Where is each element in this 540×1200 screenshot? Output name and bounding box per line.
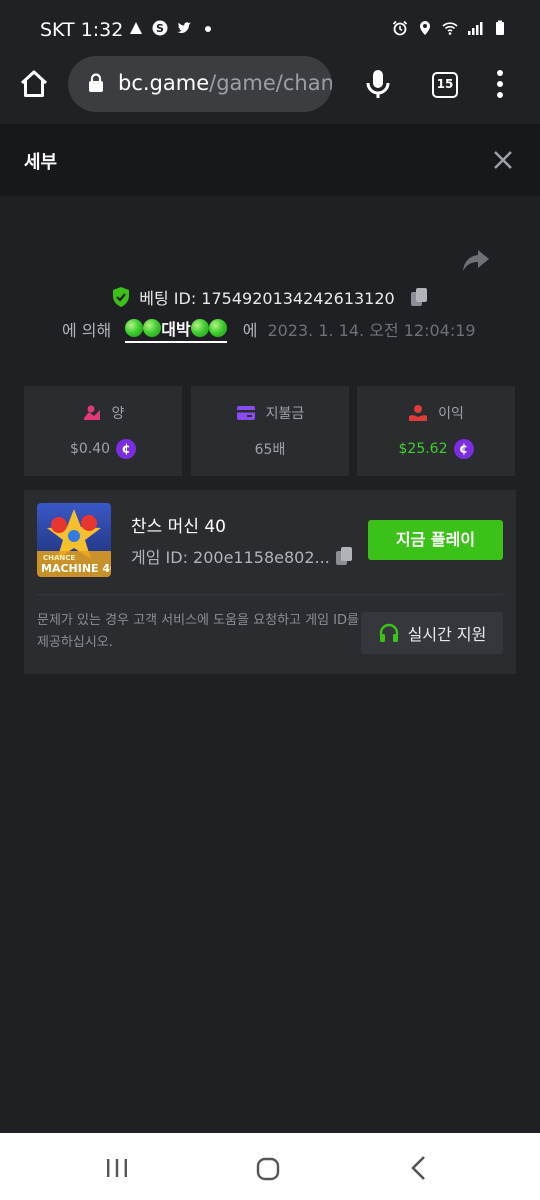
green-ball-icon xyxy=(190,318,209,337)
dot-icon xyxy=(205,26,211,32)
twitter-icon xyxy=(177,22,191,34)
payout-value: 65배 xyxy=(254,442,286,458)
notification-icons: S xyxy=(128,20,216,36)
address-bar[interactable]: bc.game/game/chan xyxy=(68,56,332,112)
recent-apps-icon[interactable] xyxy=(104,1157,130,1179)
mic-icon[interactable] xyxy=(364,68,392,100)
user-name-link[interactable]: 대박 xyxy=(125,316,227,343)
game-id: 게임 ID: 200e1158e802... xyxy=(131,548,330,567)
copy-icon[interactable] xyxy=(409,287,429,307)
stat-profit: 이익 $25.62 ¢ xyxy=(357,386,515,476)
url-text[interactable]: bc.game/game/chan xyxy=(118,71,332,95)
bet-date: 2023. 1. 14. 오전 12:04:19 xyxy=(267,321,476,340)
divider xyxy=(37,594,503,595)
bet-id-row: 베팅 ID: 1754920134242613120 xyxy=(0,285,540,309)
profit-icon xyxy=(409,405,428,421)
headset-icon xyxy=(379,623,398,642)
thumb-text-top: CHANCE xyxy=(43,554,75,562)
back-icon[interactable] xyxy=(408,1155,430,1181)
s-app-icon: S xyxy=(152,20,168,36)
home-nav-icon[interactable] xyxy=(256,1157,280,1181)
location-icon xyxy=(420,21,430,35)
carrier-time: SKT 1:32 xyxy=(40,19,124,41)
stat-amount: 양 $0.40 ¢ xyxy=(24,386,182,476)
help-text: 문제가 있는 경우 고객 서비스에 도움을 요청하고 게임 ID를 제공하십시오… xyxy=(37,613,359,650)
shield-check-icon xyxy=(113,287,130,307)
system-icons xyxy=(392,20,508,36)
browser-toolbar: bc.game/game/chan 15 xyxy=(0,56,540,124)
close-icon[interactable] xyxy=(492,149,514,171)
bet-amount-icon xyxy=(83,405,100,420)
home-icon[interactable] xyxy=(18,68,50,100)
page-title: 세부 xyxy=(24,152,58,173)
lock-icon xyxy=(89,73,103,92)
system-nav-bar xyxy=(0,1133,540,1200)
notification-app-icon xyxy=(130,22,142,34)
svg-text:S: S xyxy=(156,22,164,35)
user-name-text: 대박 xyxy=(161,319,191,339)
copy-icon[interactable] xyxy=(334,546,354,566)
payout-label: 지불금 xyxy=(265,406,305,422)
details-header: 세부 xyxy=(0,124,540,196)
live-support-label: 실시간 지원 xyxy=(407,625,487,644)
amount-label: 양 xyxy=(111,406,125,422)
share-icon[interactable] xyxy=(462,248,490,272)
status-bar: SKT 1:32 S xyxy=(0,0,540,56)
at-label: 에 xyxy=(242,321,258,340)
more-vert-icon[interactable] xyxy=(490,68,510,100)
thumb-text-bottom: MACHINE 40 xyxy=(41,562,111,575)
green-ball-icon xyxy=(143,318,162,337)
bet-by-row: 에 의해 대박 에 2023. 1. 14. 오전 12:04:19 xyxy=(62,316,476,343)
url-host: bc.game xyxy=(118,71,210,95)
green-ball-icon xyxy=(125,318,144,337)
amount-value: $0.40 xyxy=(69,441,111,457)
by-label: 에 의해 xyxy=(62,321,112,340)
game-name[interactable]: 찬스 머신 40 xyxy=(131,512,226,537)
green-ball-icon xyxy=(208,318,227,337)
profit-value: $25.62 xyxy=(398,441,448,457)
card-icon xyxy=(236,406,255,420)
play-now-button[interactable]: 지금 플레이 xyxy=(368,520,503,560)
bet-id: 베팅 ID: 1754920134242613120 xyxy=(139,289,395,308)
alarm-icon xyxy=(392,20,408,36)
profit-label: 이익 xyxy=(438,406,464,422)
game-card: CHANCE MACHINE 40 찬스 머신 40 게임 ID: 200e11… xyxy=(24,490,516,674)
game-thumbnail[interactable]: CHANCE MACHINE 40 xyxy=(37,503,111,577)
stat-payout: 지불금 65배 xyxy=(191,386,349,476)
game-art-image: CHANCE MACHINE 40 xyxy=(37,503,111,577)
coin-icon: ¢ xyxy=(116,439,137,459)
wifi-icon xyxy=(442,22,458,35)
battery-icon xyxy=(496,20,504,35)
live-support-button[interactable]: 실시간 지원 xyxy=(361,612,503,654)
tab-switcher-button[interactable]: 15 xyxy=(432,72,458,98)
url-path: /game/chan xyxy=(209,71,332,95)
coin-icon: ¢ xyxy=(453,439,474,459)
signal-icon xyxy=(468,22,483,35)
